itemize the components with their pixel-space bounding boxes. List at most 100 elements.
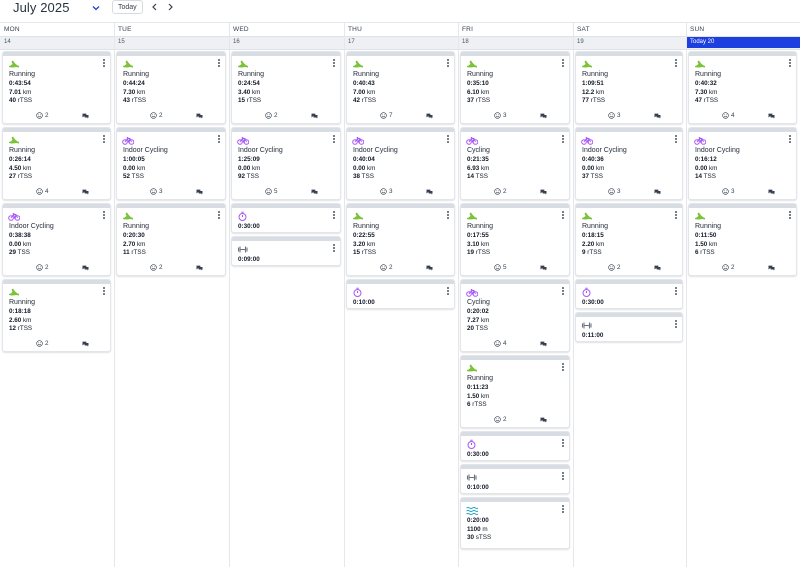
smiley-reaction-icon[interactable] — [380, 264, 387, 271]
smiley-reaction-icon[interactable] — [36, 264, 43, 271]
more-options-icon[interactable] — [562, 363, 565, 373]
workout-card[interactable]: Indoor Cycling 0:40:36 0.00 km 37 TSS 3 — [575, 127, 683, 200]
smiley-reaction-icon[interactable] — [150, 188, 157, 195]
smiley-reaction-icon[interactable] — [722, 188, 729, 195]
more-options-icon[interactable] — [447, 135, 450, 145]
smiley-reaction-icon[interactable] — [608, 188, 615, 195]
comment-icon[interactable] — [426, 113, 433, 119]
workout-card[interactable]: Running 0:35:10 6.10 km 37 rTSS 3 — [460, 51, 570, 124]
date-cell[interactable]: 19 — [573, 37, 686, 48]
smiley-reaction-icon[interactable] — [722, 264, 729, 271]
workout-card[interactable]: Indoor Cycling 0:38:38 0.00 km 29 TSS 2 — [2, 203, 111, 276]
workout-card[interactable]: Running 0:24:54 3.40 km 15 rTSS 2 — [231, 51, 341, 124]
chevron-down-icon[interactable] — [91, 3, 101, 13]
more-options-icon[interactable] — [447, 59, 450, 69]
more-options-icon[interactable] — [447, 211, 450, 221]
chevron-left-icon[interactable] — [150, 2, 159, 12]
smiley-reaction-icon[interactable] — [150, 112, 157, 119]
workout-card[interactable]: Running 0:20:30 2.70 km 11 rTSS 2 — [116, 203, 226, 276]
comment-icon[interactable] — [768, 265, 775, 271]
comment-icon[interactable] — [82, 265, 89, 271]
more-options-icon[interactable] — [333, 135, 336, 145]
comment-icon[interactable] — [540, 341, 547, 347]
comment-icon[interactable] — [311, 189, 318, 195]
more-options-icon[interactable] — [789, 59, 792, 69]
more-options-icon[interactable] — [218, 211, 221, 221]
comment-icon[interactable] — [654, 113, 661, 119]
smiley-reaction-icon[interactable] — [265, 112, 272, 119]
comment-icon[interactable] — [196, 113, 203, 119]
comment-icon[interactable] — [196, 189, 203, 195]
date-cell[interactable]: 17 — [344, 37, 458, 48]
more-options-icon[interactable] — [103, 59, 106, 69]
more-options-icon[interactable] — [789, 135, 792, 145]
comment-icon[interactable] — [540, 417, 547, 423]
date-cell[interactable]: 18 — [458, 37, 573, 48]
workout-card[interactable]: Running 0:44:24 7.30 km 43 rTSS 2 — [116, 51, 226, 124]
more-options-icon[interactable] — [675, 320, 678, 330]
workout-card[interactable]: Running 0:43:54 7.01 km 40 rTSS 2 — [2, 51, 111, 124]
workout-card[interactable]: Cycling 0:21:35 6.93 km 14 TSS 2 — [460, 127, 570, 200]
comment-icon[interactable] — [82, 341, 89, 347]
comment-icon[interactable] — [540, 265, 547, 271]
more-options-icon[interactable] — [562, 135, 565, 145]
smiley-reaction-icon[interactable] — [494, 264, 501, 271]
workout-card[interactable]: Indoor Cycling 1:00:05 0.00 km 52 TSS 3 — [116, 127, 226, 200]
comment-icon[interactable] — [654, 265, 661, 271]
date-cell[interactable]: 14 — [0, 37, 114, 48]
smiley-reaction-icon[interactable] — [494, 112, 501, 119]
workout-card[interactable]: Indoor Cycling 0:16:12 0.00 km 14 TSS 3 — [688, 127, 797, 200]
more-options-icon[interactable] — [103, 287, 106, 297]
more-options-icon[interactable] — [447, 287, 450, 297]
comment-icon[interactable] — [768, 189, 775, 195]
workout-card[interactable]: Indoor Cycling 1:25:09 0.00 km 92 TSS 5 — [231, 127, 341, 200]
more-options-icon[interactable] — [562, 472, 565, 482]
workout-card[interactable]: 0:11:00 — [575, 312, 683, 342]
more-options-icon[interactable] — [333, 211, 336, 221]
comment-icon[interactable] — [540, 113, 547, 119]
smiley-reaction-icon[interactable] — [36, 112, 43, 119]
more-options-icon[interactable] — [333, 244, 336, 254]
more-options-icon[interactable] — [675, 59, 678, 69]
more-options-icon[interactable] — [562, 211, 565, 221]
smiley-reaction-icon[interactable] — [380, 112, 387, 119]
workout-card[interactable]: 0:30:00 — [231, 203, 341, 233]
more-options-icon[interactable] — [675, 287, 678, 297]
more-options-icon[interactable] — [562, 287, 565, 297]
date-cell[interactable]: 16 — [229, 37, 344, 48]
workout-card[interactable]: Running 1:09:51 12.2 km 77 rTSS 3 — [575, 51, 683, 124]
smiley-reaction-icon[interactable] — [494, 188, 501, 195]
smiley-reaction-icon[interactable] — [608, 264, 615, 271]
more-options-icon[interactable] — [562, 439, 565, 449]
more-options-icon[interactable] — [562, 505, 565, 515]
date-cell[interactable]: 15 — [114, 37, 229, 48]
workout-card[interactable]: Running 0:11:23 1.50 km 6 rTSS 2 — [460, 355, 570, 428]
more-options-icon[interactable] — [675, 135, 678, 145]
date-cell-today[interactable]: Today 20 — [686, 37, 800, 48]
more-options-icon[interactable] — [675, 211, 678, 221]
smiley-reaction-icon[interactable] — [36, 340, 43, 347]
workout-card[interactable]: 0:09:00 — [231, 236, 341, 266]
workout-card[interactable]: Running 0:26:14 4.50 km 27 rTSS 4 — [2, 127, 111, 200]
chevron-right-icon[interactable] — [166, 2, 175, 12]
more-options-icon[interactable] — [103, 211, 106, 221]
smiley-reaction-icon[interactable] — [150, 264, 157, 271]
comment-icon[interactable] — [540, 189, 547, 195]
workout-card[interactable]: 0:10:00 — [346, 279, 455, 309]
workout-card[interactable]: Running 0:18:18 2.60 km 12 rTSS 2 — [2, 279, 111, 352]
workout-card[interactable]: Running 0:22:55 3.20 km 15 rTSS 2 — [346, 203, 455, 276]
more-options-icon[interactable] — [218, 135, 221, 145]
smiley-reaction-icon[interactable] — [265, 188, 272, 195]
workout-card[interactable]: Running 0:11:50 1.50 km 6 rTSS 2 — [688, 203, 797, 276]
more-options-icon[interactable] — [333, 59, 336, 69]
workout-card[interactable]: Running 0:17:55 3.10 km 19 rTSS 5 — [460, 203, 570, 276]
smiley-reaction-icon[interactable] — [608, 112, 615, 119]
more-options-icon[interactable] — [103, 135, 106, 145]
workout-card[interactable]: 0:30:00 — [460, 431, 570, 461]
workout-card[interactable]: Running 0:18:15 2.20 km 9 rTSS 2 — [575, 203, 683, 276]
smiley-reaction-icon[interactable] — [36, 188, 43, 195]
comment-icon[interactable] — [768, 113, 775, 119]
comment-icon[interactable] — [82, 113, 89, 119]
more-options-icon[interactable] — [562, 59, 565, 69]
comment-icon[interactable] — [426, 189, 433, 195]
